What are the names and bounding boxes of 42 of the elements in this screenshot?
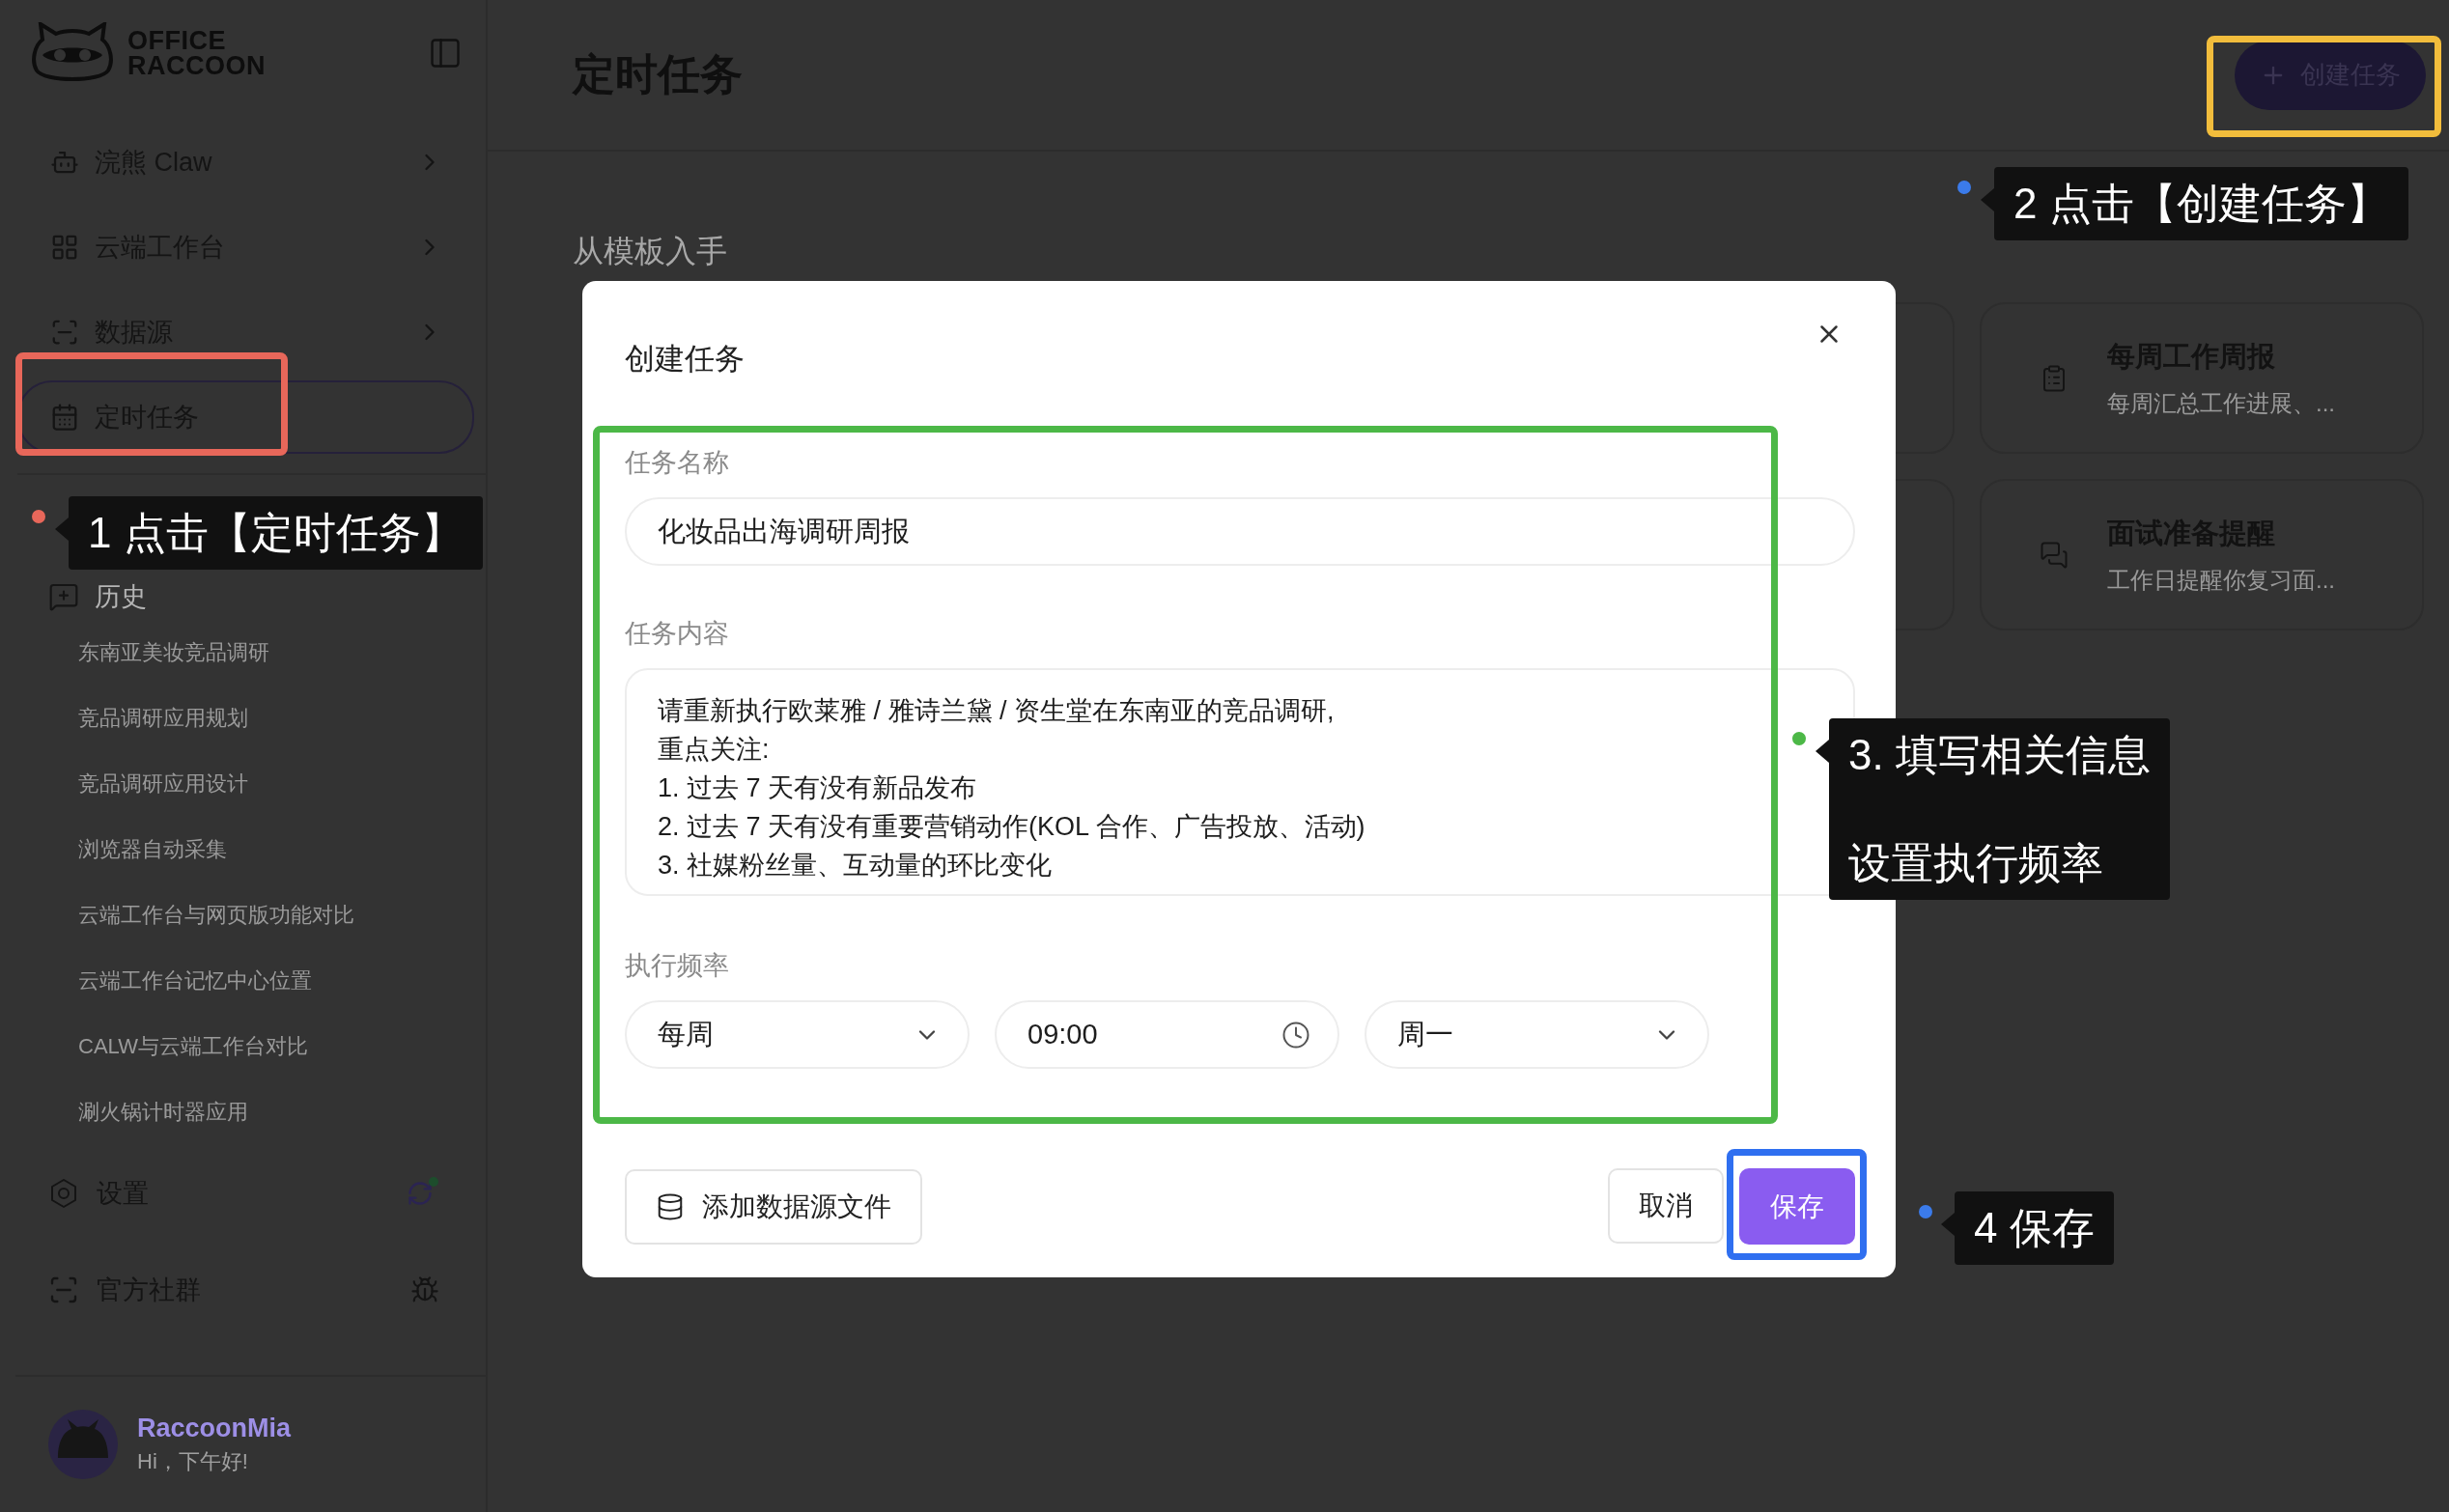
panel-toggle-icon[interactable] bbox=[428, 36, 463, 70]
scan-icon bbox=[50, 318, 79, 347]
scan-icon bbox=[48, 1274, 79, 1305]
weekday-select[interactable]: 周一 bbox=[1365, 1000, 1709, 1069]
greeting: Hi，下午好! bbox=[137, 1447, 249, 1475]
card-description: 工作日提醒你复习面... bbox=[2107, 565, 2335, 595]
chat-plus-icon bbox=[48, 581, 79, 612]
user-name: RaccoonMia bbox=[137, 1413, 292, 1443]
chat-icon bbox=[2040, 540, 2069, 570]
history-item[interactable]: 云端工作台与网页版功能对比 bbox=[0, 882, 486, 948]
callout: 1 点击【定时任务】 bbox=[55, 496, 483, 570]
save-button[interactable]: 保存 bbox=[1739, 1168, 1855, 1245]
callout: 4 保存 bbox=[1941, 1191, 2114, 1265]
grid-icon bbox=[50, 233, 79, 262]
section-title: 从模板入手 bbox=[573, 233, 728, 270]
callout: 3. 填写相关信息 设置执行频率 bbox=[1816, 718, 2170, 900]
history-item[interactable]: 竞品调研应用规划 bbox=[0, 686, 486, 751]
field-label: 执行频率 bbox=[625, 950, 730, 982]
history-item[interactable]: CALW与云端工作台对比 bbox=[0, 1014, 486, 1079]
settings-icon bbox=[48, 1178, 79, 1209]
add-data-source-button[interactable]: 添加数据源文件 bbox=[625, 1168, 922, 1245]
raccoon-logo-icon bbox=[29, 22, 116, 84]
frequency-select[interactable]: 每周 bbox=[625, 1000, 970, 1069]
avatar bbox=[48, 1410, 118, 1479]
field-label: 任务名称 bbox=[625, 447, 730, 479]
history-item[interactable]: 涮火锅计时器应用 bbox=[0, 1079, 486, 1145]
callout: 2 点击【创建任务】 bbox=[1981, 167, 2408, 240]
cancel-button[interactable]: 取消 bbox=[1608, 1168, 1724, 1244]
calendar-icon bbox=[50, 403, 79, 432]
card-description: 每周汇总工作进展、... bbox=[2107, 388, 2335, 418]
bug-icon[interactable] bbox=[410, 1275, 439, 1304]
dialog-title: 创建任务 bbox=[625, 341, 745, 378]
clock-icon bbox=[1281, 1020, 1310, 1050]
task-name-field[interactable]: 化妆品出海调研周报 bbox=[625, 497, 1855, 566]
field-label: 任务内容 bbox=[625, 618, 730, 650]
history-item[interactable]: 东南亚美妆竞品调研 bbox=[0, 620, 486, 686]
history-item[interactable]: 云端工作台记忆中心位置 bbox=[0, 948, 486, 1014]
database-icon bbox=[656, 1191, 685, 1221]
section-title: 历史 bbox=[95, 581, 147, 613]
history-item[interactable]: 竞品调研应用设计 bbox=[0, 751, 486, 817]
time-field[interactable]: 09:00 bbox=[995, 1000, 1339, 1069]
history-item[interactable]: 浏览器自动采集 bbox=[0, 817, 486, 882]
